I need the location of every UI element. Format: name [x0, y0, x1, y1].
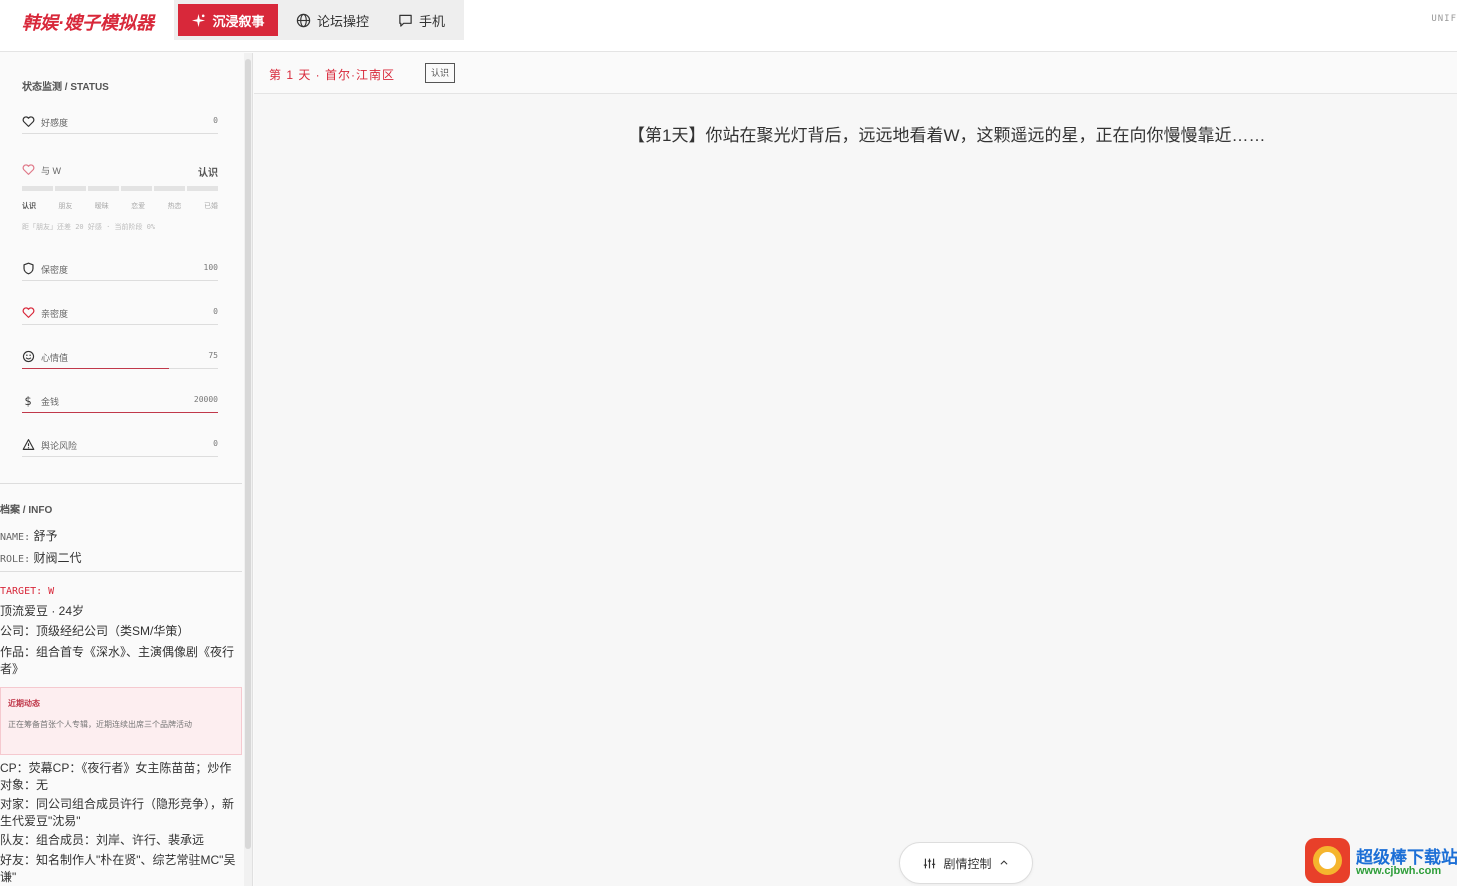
recent-news-card: 近期动态 正在筹备首张个人专辑，近期连续出席三个品牌活动	[0, 687, 242, 755]
name-key: NAME:	[0, 532, 31, 543]
tab-label: 手机	[419, 13, 446, 29]
chat-icon	[399, 14, 412, 27]
news-title: 近期动态	[8, 699, 40, 708]
heart-icon	[22, 116, 35, 127]
stat-label: 舆论风险	[41, 441, 78, 451]
relation-stage: 认识	[22, 203, 36, 210]
target-works: 作品：组合首专《深水》、主演偶像剧《夜行者》	[0, 645, 235, 676]
mode-tabs: 沉浸叙事 论坛操控 手机	[174, 0, 464, 40]
watermark-logo-icon	[1305, 838, 1350, 883]
info-role: ROLE: 财阀二代	[0, 549, 81, 566]
divider	[0, 483, 242, 484]
plot-control-button[interactable]: 剧情控制	[899, 842, 1033, 884]
plot-control-label: 剧情控制	[943, 856, 992, 871]
target-label: TARGET: W	[0, 586, 55, 597]
target-cp: CP：荧幕CP：《夜行者》女主陈苗苗；炒作对象：无	[0, 761, 232, 792]
target-friends: 好友：知名制作人"朴在贤"、综艺常驻MC"吴谦"	[0, 853, 236, 884]
tab-forum-control[interactable]: 论坛操控	[288, 4, 377, 36]
relation-stage: 恋爱	[131, 203, 146, 210]
name-value: 舒予	[33, 529, 58, 543]
warning-icon	[22, 439, 35, 450]
top-bar: 韩娱·嫂子模拟器 沉浸叙事 论坛操控 手机 UNIF	[0, 0, 1457, 52]
stat-label: 保密度	[41, 265, 69, 275]
scrollbar-thumb[interactable]	[245, 59, 251, 849]
relation-progress-bar	[22, 186, 218, 191]
status-section-title: 状态监测 / STATUS	[22, 82, 109, 93]
relation-stages: 认识 朋友 暧昧 恋爱 热恋 已婚	[22, 201, 218, 211]
target-desc: 顶流爱豆 · 24岁	[0, 604, 85, 618]
sidebar-scrollbar[interactable]	[244, 53, 253, 886]
money-fill-bar	[22, 412, 218, 413]
shield-icon	[23, 262, 34, 275]
stat-value: 75	[208, 351, 218, 360]
stat-mood: 心情值 75	[22, 347, 218, 369]
svg-text:$: $	[24, 394, 31, 407]
tab-label: 沉浸叙事	[212, 13, 265, 29]
tab-phone[interactable]: 手机	[390, 4, 453, 36]
globe-icon	[296, 13, 311, 27]
stat-label: 金钱	[41, 397, 60, 407]
mood-fill-bar	[22, 368, 169, 369]
stat-label: 与 W	[41, 166, 61, 176]
target-company: 公司：顶级经纪公司（类SM/华策）	[0, 624, 190, 638]
info-name: NAME: 舒予	[0, 527, 57, 544]
stat-value: 0	[213, 116, 218, 125]
stat-label: 好感度	[41, 118, 69, 128]
watermark-line2: www.cjbwh.com	[1356, 865, 1442, 877]
corner-label: UNIF	[1431, 14, 1457, 24]
news-body: 正在筹备首张个人专辑，近期连续出席三个品牌活动	[8, 720, 192, 729]
story-panel: 第 1 天 · 首尔·江南区 认识 【第1天】你站在聚光灯背后，远远地看着W，这…	[254, 53, 1457, 886]
site-watermark: 超级棒下载站 www.cjbwh.com	[1305, 836, 1457, 886]
tab-label: 论坛操控	[317, 13, 370, 29]
target-teammates: 队友：组合成员：刘岸、许行、裴承远	[0, 833, 205, 847]
dollar-icon: $	[24, 394, 31, 407]
stat-value: 20000	[193, 395, 218, 404]
relation-stage: 暧昧	[94, 203, 109, 210]
status-sidebar: 状态监测 / STATUS 好感度 0 与 W 认识 认识 朋友 暧昧 恋爱 热…	[0, 53, 244, 886]
stat-value: 100	[203, 263, 218, 272]
relation-stage: 朋友	[58, 203, 73, 210]
target-rival: 对家：同公司组合成员许行（隐形竞争），新生代爱豆"沈易"	[0, 797, 235, 828]
role-key: ROLE:	[0, 554, 31, 565]
smile-icon	[22, 350, 35, 363]
stat-value: 0	[213, 307, 218, 316]
divider	[0, 571, 242, 572]
app-title: 韩娱·嫂子模拟器	[22, 13, 154, 33]
stat-secrecy: 保密度 100	[22, 259, 218, 281]
stat-label: 亲密度	[41, 309, 69, 319]
sparkles-icon	[192, 13, 206, 27]
relation-stage: 已婚	[203, 203, 218, 210]
stat-value: 认识	[198, 168, 218, 179]
day-location: 第 1 天 · 首尔·江南区	[269, 68, 396, 82]
stat-affection: 好感度 0	[22, 112, 218, 134]
location-bar: 第 1 天 · 首尔·江南区 认识	[254, 53, 1457, 94]
stat-relation: 与 W 认识	[22, 160, 218, 182]
narrative-text: 【第1天】你站在聚光灯背后，远远地看着W，这颗遥远的星，正在向你慢慢靠近……	[628, 126, 1266, 145]
stat-value: 0	[213, 439, 218, 448]
stat-risk: 舆论风险 0	[22, 435, 218, 457]
stat-money: $ 金钱 20000	[22, 391, 218, 413]
tab-immersive-story[interactable]: 沉浸叙事	[178, 4, 278, 36]
relation-badge: 认识	[425, 63, 456, 83]
role-value: 财阀二代	[33, 551, 82, 565]
stat-intimacy: 亲密度 0	[22, 303, 218, 325]
stat-label: 心情值	[41, 353, 69, 363]
heart-outline-icon	[22, 164, 35, 175]
chevron-up-icon	[1000, 860, 1007, 865]
relation-hint: 距「朋友」还差 20 好感 · 当前阶段 0%	[22, 223, 156, 231]
sliders-icon	[924, 858, 936, 868]
info-section-title: 档案 / INFO	[0, 505, 53, 516]
relation-stage: 热恋	[167, 203, 182, 210]
heart-icon	[22, 307, 35, 318]
